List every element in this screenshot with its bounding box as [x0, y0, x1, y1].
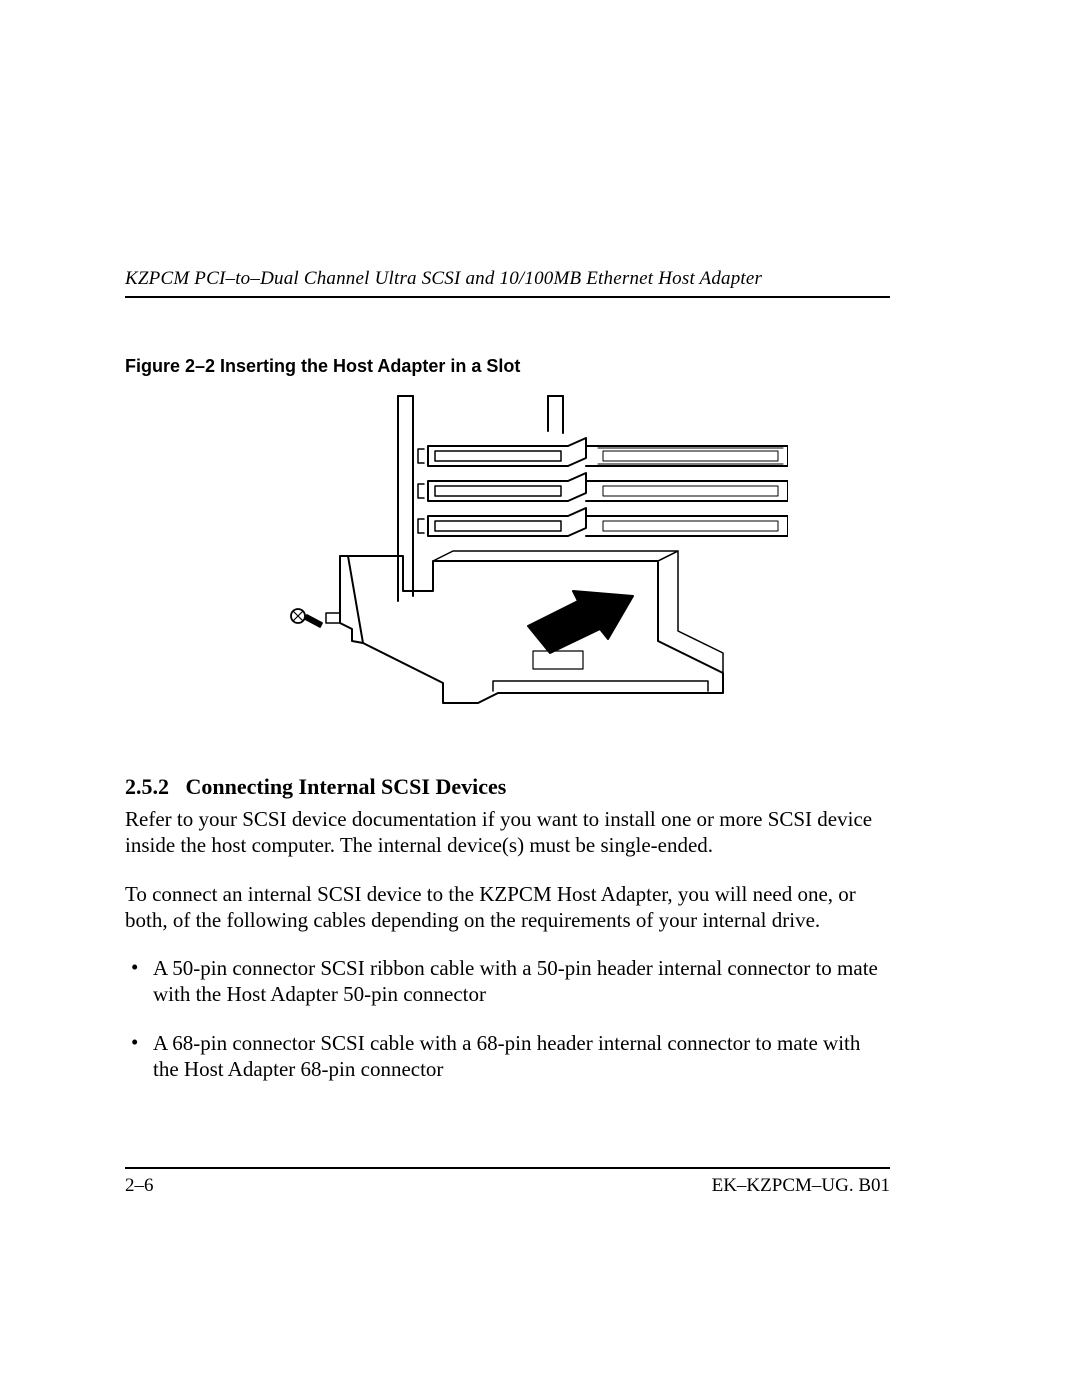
figure-2-2: Inserting the Host Adapter in a Slot [125, 391, 890, 746]
paragraph-2: To connect an internal SCSI device to th… [125, 881, 890, 934]
document-id: EK–KZPCM–UG. B01 [712, 1175, 890, 1197]
host-adapter-insertion-illustration: Inserting the Host Adapter in a Slot [228, 391, 788, 741]
figure-caption: Figure 2–2 Inserting the Host Adapter in… [125, 356, 890, 377]
bullet-list: A 50-pin connector SCSI ribbon cable wit… [125, 955, 890, 1082]
section-number: 2.5.2 [125, 774, 169, 799]
list-item: A 50-pin connector SCSI ribbon cable wit… [125, 955, 890, 1008]
section-title: Connecting Internal SCSI Devices [186, 774, 507, 799]
running-head: KZPCM PCI–to–Dual Channel Ultra SCSI and… [125, 268, 890, 298]
paragraph-1: Refer to your SCSI device documentation … [125, 806, 890, 859]
list-item: A 68-pin connector SCSI cable with a 68-… [125, 1030, 890, 1083]
page-number: 2–6 [125, 1175, 154, 1197]
page: KZPCM PCI–to–Dual Channel Ultra SCSI and… [0, 0, 1080, 1397]
content-area: KZPCM PCI–to–Dual Channel Ultra SCSI and… [125, 268, 890, 1217]
section-heading: 2.5.2 Connecting Internal SCSI Devices [125, 774, 890, 800]
page-footer: 2–6 EK–KZPCM–UG. B01 [125, 1167, 890, 1197]
